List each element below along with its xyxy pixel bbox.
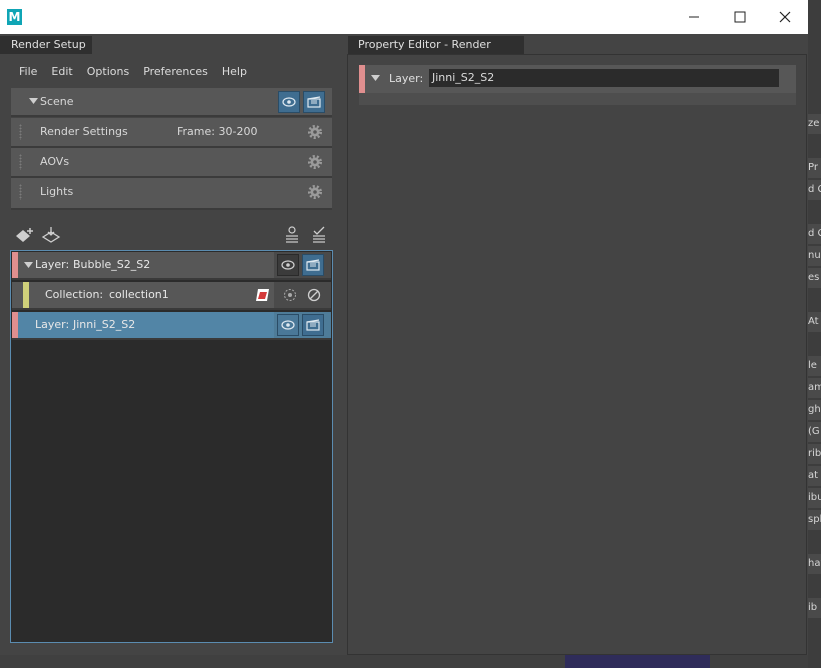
layer-visibility-toggle[interactable] (277, 254, 299, 276)
tree-row-layer-jinni[interactable]: Layer: Jinni_S2_S2 (12, 312, 331, 340)
scene-renderable-toggle[interactable] (303, 91, 325, 113)
layer-prefix: Layer: (35, 258, 70, 271)
import-icon[interactable] (41, 226, 61, 244)
scene-label: Scene (40, 95, 74, 108)
gear-icon[interactable] (306, 123, 324, 141)
menu-bar: File Edit Options Preferences Help (12, 62, 254, 82)
background-fragment: le (808, 356, 821, 376)
property-editor-panel (347, 54, 807, 655)
background-fragment: es (808, 268, 821, 288)
background-fragment: At (808, 312, 821, 332)
frame-range: Frame: 30-200 (177, 125, 258, 138)
aovs-row[interactable]: AOVs (11, 148, 332, 178)
eye-icon (282, 97, 296, 107)
layer-visibility-toggle[interactable] (277, 314, 299, 336)
drag-handle-icon[interactable] (19, 154, 22, 170)
menu-file[interactable]: File (12, 62, 44, 82)
background-fragment: ze (808, 114, 821, 134)
gear-icon[interactable] (306, 183, 324, 201)
layer-prefix: Layer: (35, 318, 70, 331)
background-fragment: d C (808, 180, 821, 200)
minimize-button[interactable] (671, 0, 717, 34)
collection-prefix: Collection: (45, 288, 104, 301)
tree-row-layer-bubble[interactable]: Layer: Bubble_S2_S2 (12, 252, 331, 280)
close-button[interactable] (762, 0, 808, 34)
expand-all-icon[interactable] (284, 226, 300, 244)
background-fragment: am (808, 378, 821, 398)
menu-edit[interactable]: Edit (44, 62, 79, 82)
eye-icon (281, 260, 295, 270)
scene-visibility-toggle[interactable] (278, 91, 300, 113)
lights-label: Lights (40, 185, 74, 198)
layer-renderable-toggle[interactable] (302, 314, 324, 336)
background-fragment: at (808, 466, 821, 486)
menu-options[interactable]: Options (80, 62, 136, 82)
isolate-icon[interactable] (283, 288, 297, 302)
layer-controls (274, 312, 331, 338)
layer-name: Bubble_S2_S2 (73, 258, 151, 271)
aovs-label: AOVs (40, 155, 70, 168)
override-icon (256, 289, 269, 301)
layer-color-marker (12, 252, 18, 278)
layer-color-marker (359, 65, 365, 93)
render-settings-row[interactable]: Render Settings Frame: 30-200 (11, 118, 332, 148)
maximize-icon (734, 11, 746, 23)
clapperboard-icon (306, 319, 320, 331)
minimize-icon (689, 16, 699, 18)
background-app-strip: ze Pr d C d C nu es At le am gh (G rib a… (808, 0, 821, 668)
property-layer-body (359, 93, 796, 105)
collection-controls (274, 282, 331, 308)
collection-color-marker (23, 282, 29, 308)
render-layer-tree[interactable]: Layer: Bubble_S2_S2 Collection: collecti… (10, 250, 333, 643)
drag-handle-icon[interactable] (19, 184, 22, 200)
maya-logo-icon: M (7, 9, 22, 25)
chevron-down-icon[interactable] (24, 262, 33, 269)
create-layer-icon[interactable] (15, 226, 37, 244)
disable-icon[interactable] (307, 288, 321, 302)
background-fragment: d C (808, 224, 821, 244)
property-layer-label: Layer: (389, 72, 424, 85)
chevron-down-icon[interactable] (29, 98, 38, 105)
maximize-button[interactable] (717, 0, 763, 34)
tree-row-collection[interactable]: Collection: collection1 (12, 282, 331, 310)
background-fragment: ibu (808, 488, 821, 508)
layer-renderable-toggle[interactable] (302, 254, 324, 276)
eye-icon (281, 320, 295, 330)
background-fragment: spl (808, 510, 821, 530)
drag-handle-icon[interactable] (19, 124, 22, 140)
background-fragment: rib (808, 444, 821, 464)
title-bar[interactable]: M (0, 0, 808, 34)
clapperboard-icon (307, 96, 321, 108)
background-fragment: ib (808, 598, 821, 618)
background-fragment: nu (808, 246, 821, 266)
background-fragment: Pr (808, 158, 821, 178)
clapperboard-icon (306, 259, 320, 271)
layer-name: Jinni_S2_S2 (73, 318, 136, 331)
layer-name-field[interactable]: Jinni_S2_S2 (429, 69, 779, 87)
check-all-icon[interactable] (311, 226, 327, 244)
menu-help[interactable]: Help (215, 62, 254, 82)
tab-render-setup[interactable]: Render Setup (0, 36, 92, 54)
menu-preferences[interactable]: Preferences (136, 62, 215, 82)
collection-name: collection1 (109, 288, 169, 301)
background-fragment: gh (808, 400, 821, 420)
close-icon (779, 11, 791, 23)
chevron-down-icon[interactable] (371, 75, 380, 82)
scene-header[interactable]: Scene (11, 88, 332, 117)
render-settings-label: Render Settings (40, 125, 128, 138)
background-fragment: hav (808, 554, 821, 574)
lights-row[interactable]: Lights (11, 178, 332, 210)
layer-controls (274, 252, 331, 278)
background-fragment: (G (808, 422, 821, 442)
tab-property-editor[interactable]: Property Editor - Render Setup (348, 36, 524, 69)
layer-color-marker (12, 312, 18, 338)
gear-icon[interactable] (306, 153, 324, 171)
